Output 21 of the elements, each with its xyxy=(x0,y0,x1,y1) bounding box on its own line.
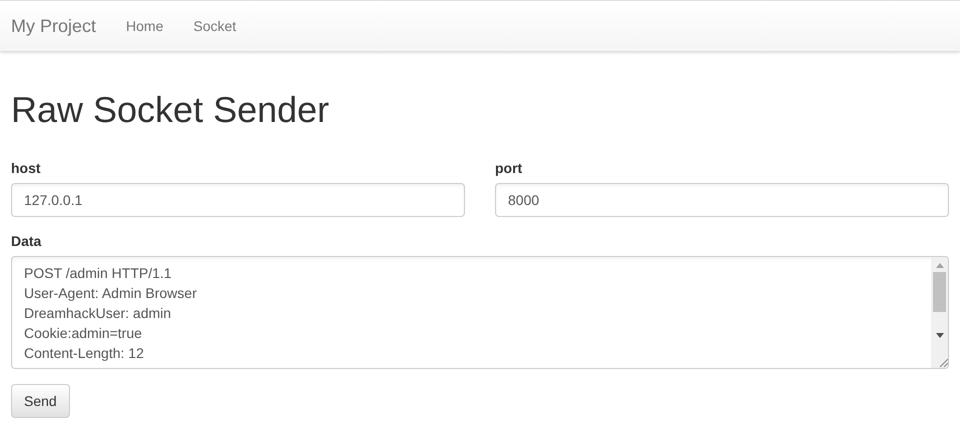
scrollbar[interactable] xyxy=(931,257,948,368)
text-line: Content-Length: 12 xyxy=(24,344,144,363)
page-heading: Raw Socket Sender xyxy=(11,90,330,130)
input-field[interactable]: 127.0.0.1 xyxy=(11,183,465,217)
brand-link[interactable]: My Project xyxy=(11,12,96,40)
scroll-down-icon[interactable] xyxy=(936,333,944,338)
text-line: DreamhackUser: admin xyxy=(24,304,172,323)
send-button[interactable]: Send xyxy=(11,384,70,418)
text-line: POST /admin HTTP/1.1 xyxy=(24,264,172,283)
nav-link[interactable]: Socket xyxy=(178,1,252,51)
field-label: host xyxy=(11,159,42,177)
field-label: port xyxy=(495,159,524,177)
text-line: Cookie:admin=true xyxy=(24,324,142,343)
scroll-up-icon[interactable] xyxy=(936,263,944,268)
scrollbar-thumb[interactable] xyxy=(933,272,946,312)
data-textarea[interactable]: POST /admin HTTP/1.1 User-Agent: Admin Browser DreamhackUser: admin Cookie:admin=true Content-Length: 12 xyxy=(11,256,949,369)
nav-link[interactable]: Home xyxy=(111,1,178,51)
field-label: Data xyxy=(11,232,42,250)
text-line: User-Agent: Admin Browser xyxy=(24,284,197,303)
resize-grip-icon[interactable] xyxy=(938,357,948,367)
input-field[interactable]: 8000 xyxy=(495,183,949,217)
